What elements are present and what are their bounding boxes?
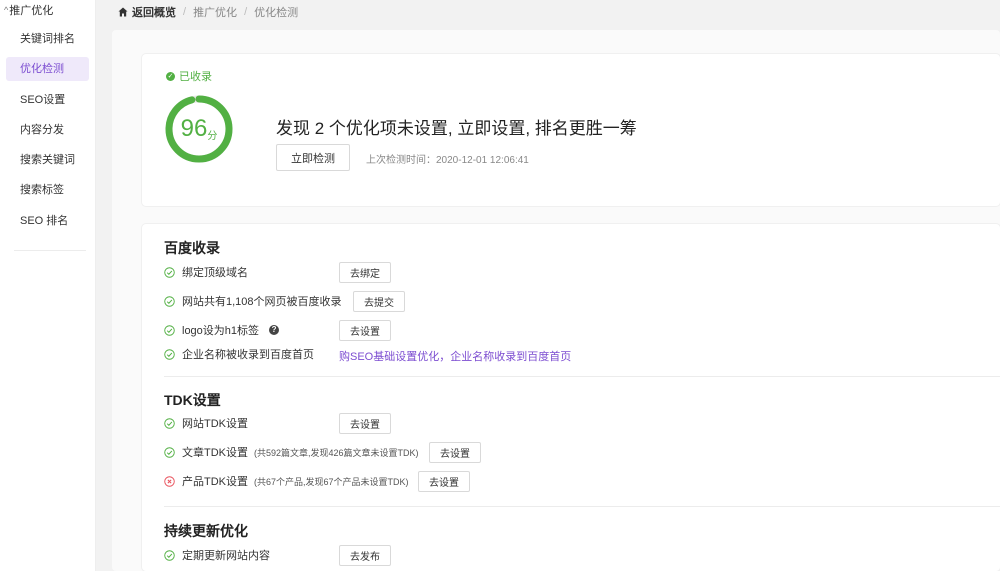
section-divider bbox=[164, 506, 1000, 507]
score-unit: 分 bbox=[207, 130, 218, 142]
list-item: 产品TDK设置 (共67个产品,发现67个产品未设置TDK) bbox=[164, 471, 409, 491]
check-circle-icon bbox=[164, 348, 175, 360]
list-item: 网站共有1,108个网页被百度收录 bbox=[164, 291, 342, 311]
check-circle-icon bbox=[164, 295, 175, 307]
sidebar-group-label: 推广优化 bbox=[9, 5, 54, 17]
chevron-up-icon: ^ bbox=[4, 5, 9, 15]
close-circle-icon bbox=[164, 475, 175, 487]
breadcrumb-separator: / bbox=[183, 6, 187, 18]
checklist-card: 百度收录 绑定顶级域名 去绑定 网站共有1,108个网页被百度收录 去提交 lo… bbox=[142, 224, 1000, 571]
section-title-baidu-index: 百度收录 bbox=[164, 240, 220, 256]
submit-pages-button[interactable]: 去提交 bbox=[353, 291, 405, 312]
set-site-tdk-button[interactable]: 去设置 bbox=[339, 413, 391, 434]
breadcrumb-home-label: 返回概览 bbox=[132, 7, 176, 19]
sidebar-item-keyword-ranking[interactable]: 关键词排名 bbox=[6, 27, 89, 51]
check-now-button[interactable]: 立即检测 bbox=[276, 144, 350, 171]
buy-seo-link[interactable]: 购SEO基础设置优化，企业名称收录到百度首页 bbox=[339, 348, 571, 364]
list-item-label: 定期更新网站内容 bbox=[182, 550, 270, 562]
set-article-tdk-button[interactable]: 去设置 bbox=[429, 442, 481, 463]
breadcrumb: 返回概览 / 推广优化 / 优化检测 bbox=[118, 4, 298, 20]
home-icon bbox=[118, 7, 128, 17]
check-circle-icon bbox=[164, 446, 175, 458]
list-item-label: logo设为h1标签 bbox=[182, 325, 260, 337]
sidebar-item-search-tags[interactable]: 搜索标签 bbox=[6, 178, 89, 202]
check-circle-icon bbox=[164, 549, 175, 561]
sidebar-divider bbox=[14, 250, 86, 251]
last-check-time: 上次检测时间：2020-12-01 12:06:41 bbox=[366, 155, 529, 166]
list-item: 绑定顶级域名 bbox=[164, 262, 248, 282]
breadcrumb-home[interactable]: 返回概览 bbox=[118, 4, 176, 20]
check-circle-icon: ✓ bbox=[166, 71, 175, 81]
list-item-label: 企业名称被收录到百度首页 bbox=[182, 349, 314, 361]
indexed-status: ✓ 已收录 bbox=[166, 68, 212, 84]
list-item-label: 网站共有1,108个网页被百度收录 bbox=[182, 296, 342, 308]
list-item-label: 网站TDK设置 bbox=[182, 418, 248, 430]
score-ring: 96 分 bbox=[164, 94, 234, 164]
set-logo-h1-button[interactable]: 去设置 bbox=[339, 320, 391, 341]
sidebar-item-content-distribution[interactable]: 内容分发 bbox=[6, 118, 89, 142]
sidebar-item-search-keywords[interactable]: 搜索关键词 bbox=[6, 148, 89, 172]
set-product-tdk-button[interactable]: 去设置 bbox=[418, 471, 470, 492]
section-divider bbox=[164, 376, 1000, 377]
list-item-label: 文章TDK设置 bbox=[182, 447, 248, 459]
sidebar-item-seo-ranking[interactable]: SEO 排名 bbox=[6, 209, 89, 233]
list-item: 文章TDK设置 (共592篇文章,发现426篇文章未设置TDK) bbox=[164, 442, 419, 462]
list-item-note: (共592篇文章,发现426篇文章未设置TDK) bbox=[254, 447, 419, 458]
score-card: ✓ 已收录 96 分 发现 2 个优化项未设置, 立即设置, 排名更胜一筹 立即… bbox=[142, 54, 1000, 206]
sidebar-group-promotion[interactable]: ^ 推广优化 bbox=[0, 0, 95, 20]
score-headline: 发现 2 个优化项未设置, 立即设置, 排名更胜一筹 bbox=[276, 119, 637, 138]
list-item: logo设为h1标签 ? bbox=[164, 320, 280, 340]
sidebar-item-seo-settings[interactable]: SEO设置 bbox=[6, 88, 89, 112]
list-item: 网站TDK设置 bbox=[164, 413, 248, 433]
bind-domain-button[interactable]: 去绑定 bbox=[339, 262, 391, 283]
list-item-label: 绑定顶级域名 bbox=[182, 267, 248, 279]
publish-content-button[interactable]: 去发布 bbox=[339, 545, 391, 566]
sidebar: ^ 推广优化 关键词排名 优化检测 SEO设置 内容分发 搜索关键词 搜索标签 … bbox=[0, 0, 96, 571]
list-item: 定期更新网站内容 bbox=[164, 545, 270, 565]
section-title-continuous-update: 持续更新优化 bbox=[164, 523, 248, 539]
score-value: 96 分 bbox=[164, 94, 234, 164]
sidebar-item-optimization-check[interactable]: 优化检测 bbox=[6, 57, 89, 81]
list-item: 企业名称被收录到百度首页 bbox=[164, 344, 314, 364]
check-circle-icon bbox=[164, 324, 175, 336]
section-title-tdk: TDK设置 bbox=[164, 392, 221, 408]
score-number: 96 bbox=[180, 115, 208, 142]
list-item-note: (共67个产品,发现67个产品未设置TDK) bbox=[254, 476, 409, 487]
list-item-label: 产品TDK设置 bbox=[182, 476, 248, 488]
indexed-status-label: 已收录 bbox=[179, 71, 212, 83]
check-circle-icon bbox=[164, 417, 175, 429]
help-icon[interactable]: ? bbox=[269, 325, 280, 335]
breadcrumb-item-promotion[interactable]: 推广优化 bbox=[193, 4, 237, 20]
breadcrumb-separator: / bbox=[244, 6, 248, 18]
check-circle-icon bbox=[164, 266, 175, 278]
breadcrumb-item-current: 优化检测 bbox=[254, 7, 299, 19]
